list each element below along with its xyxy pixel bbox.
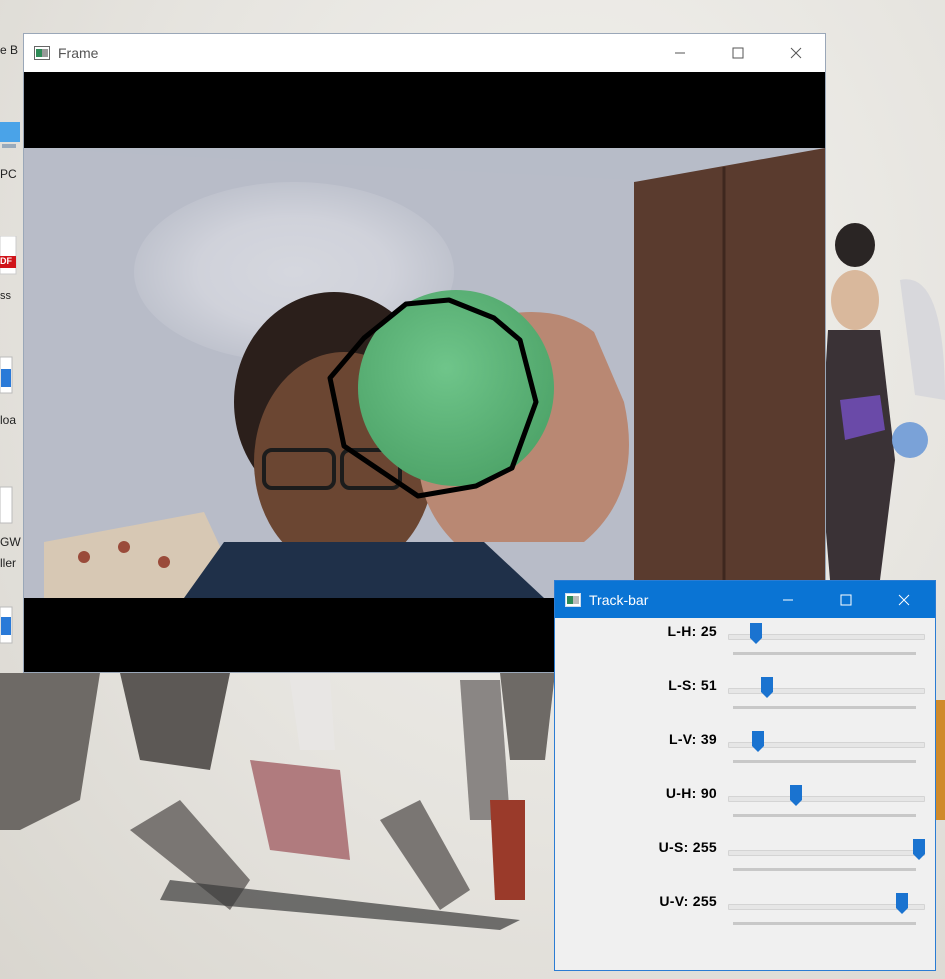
desktop-icon-label[interactable]: PC xyxy=(0,167,17,181)
maximize-button[interactable] xyxy=(709,34,767,72)
close-button[interactable] xyxy=(767,34,825,72)
close-icon xyxy=(898,594,910,606)
minimize-button[interactable] xyxy=(651,34,709,72)
slider-label: U-V: 255 xyxy=(659,893,717,909)
slider-row-uh: U-H: 90 xyxy=(555,785,935,839)
wallpaper-character-right xyxy=(820,223,945,580)
close-icon xyxy=(790,47,802,59)
slider-tick-bar xyxy=(733,706,916,709)
desktop-icon-label[interactable]: loa xyxy=(0,413,16,427)
slider-track[interactable] xyxy=(728,850,925,856)
slider-tick-bar xyxy=(733,922,916,925)
slider-thumb[interactable] xyxy=(749,623,762,645)
trackbar-window-title: Track-bar xyxy=(589,591,649,608)
slider-label: U-H: 90 xyxy=(665,785,717,801)
desktop-icon-label[interactable]: e B xyxy=(0,43,18,57)
window-app-icon xyxy=(565,592,581,607)
slider-row-uv: U-V: 255 xyxy=(555,893,935,947)
slider-thumb[interactable] xyxy=(790,785,803,807)
image-file-icon[interactable] xyxy=(0,605,24,645)
slider-track[interactable] xyxy=(728,796,925,802)
desktop-icon-label[interactable]: ss xyxy=(0,290,11,302)
slider-label: L-V: 39 xyxy=(668,731,717,747)
slider-track[interactable] xyxy=(728,688,925,694)
desktop-icon-label[interactable]: GW xyxy=(0,535,21,549)
minimize-button[interactable] xyxy=(759,581,817,619)
slider-thumb[interactable] xyxy=(761,677,773,699)
pdf-icon-text: DF xyxy=(0,256,12,266)
frame-window-title: Frame xyxy=(58,45,99,61)
slider-thumb[interactable] xyxy=(896,893,909,915)
slider-tick-bar xyxy=(733,814,916,817)
maximize-icon xyxy=(732,47,744,59)
slider-row-ls: L-S: 51 xyxy=(555,677,935,731)
slider-label: L-S: 51 xyxy=(668,677,717,693)
slider-tick-bar xyxy=(733,652,916,655)
pdf-file-icon[interactable]: DF xyxy=(0,235,24,276)
minimize-icon xyxy=(675,52,685,54)
minimize-icon xyxy=(783,599,793,601)
trackbar-titlebar[interactable]: Track-bar xyxy=(555,581,935,618)
slider-tick-bar xyxy=(733,868,916,871)
slider-thumb[interactable] xyxy=(752,731,765,753)
image-file-icon[interactable] xyxy=(0,355,24,395)
slider-row-lv: L-V: 39 xyxy=(555,731,935,785)
slider-tick-bar xyxy=(733,760,916,763)
this-pc-icon[interactable] xyxy=(0,118,24,154)
maximize-icon xyxy=(840,594,852,606)
close-button[interactable] xyxy=(875,581,933,619)
slider-label: L-H: 25 xyxy=(667,623,717,639)
frame-titlebar[interactable]: Frame xyxy=(24,34,825,72)
trackbar-window[interactable]: Track-bar L-H: 25 L-S: 51 L-V: 39 U-H: 9… xyxy=(554,580,936,971)
frame-window[interactable]: Frame xyxy=(23,33,826,673)
slider-row-us: U-S: 255 xyxy=(555,839,935,893)
slider-label: U-S: 255 xyxy=(658,839,717,855)
desktop-icon-label[interactable]: ller xyxy=(0,556,16,570)
slider-row-lh: L-H: 25 xyxy=(555,623,935,677)
trackbar-body: L-H: 25 L-S: 51 L-V: 39 U-H: 90 U-S: 255… xyxy=(555,618,935,970)
maximize-button[interactable] xyxy=(817,581,875,619)
window-app-icon xyxy=(34,46,50,60)
file-icon[interactable] xyxy=(0,485,24,525)
slider-thumb[interactable] xyxy=(913,839,925,861)
